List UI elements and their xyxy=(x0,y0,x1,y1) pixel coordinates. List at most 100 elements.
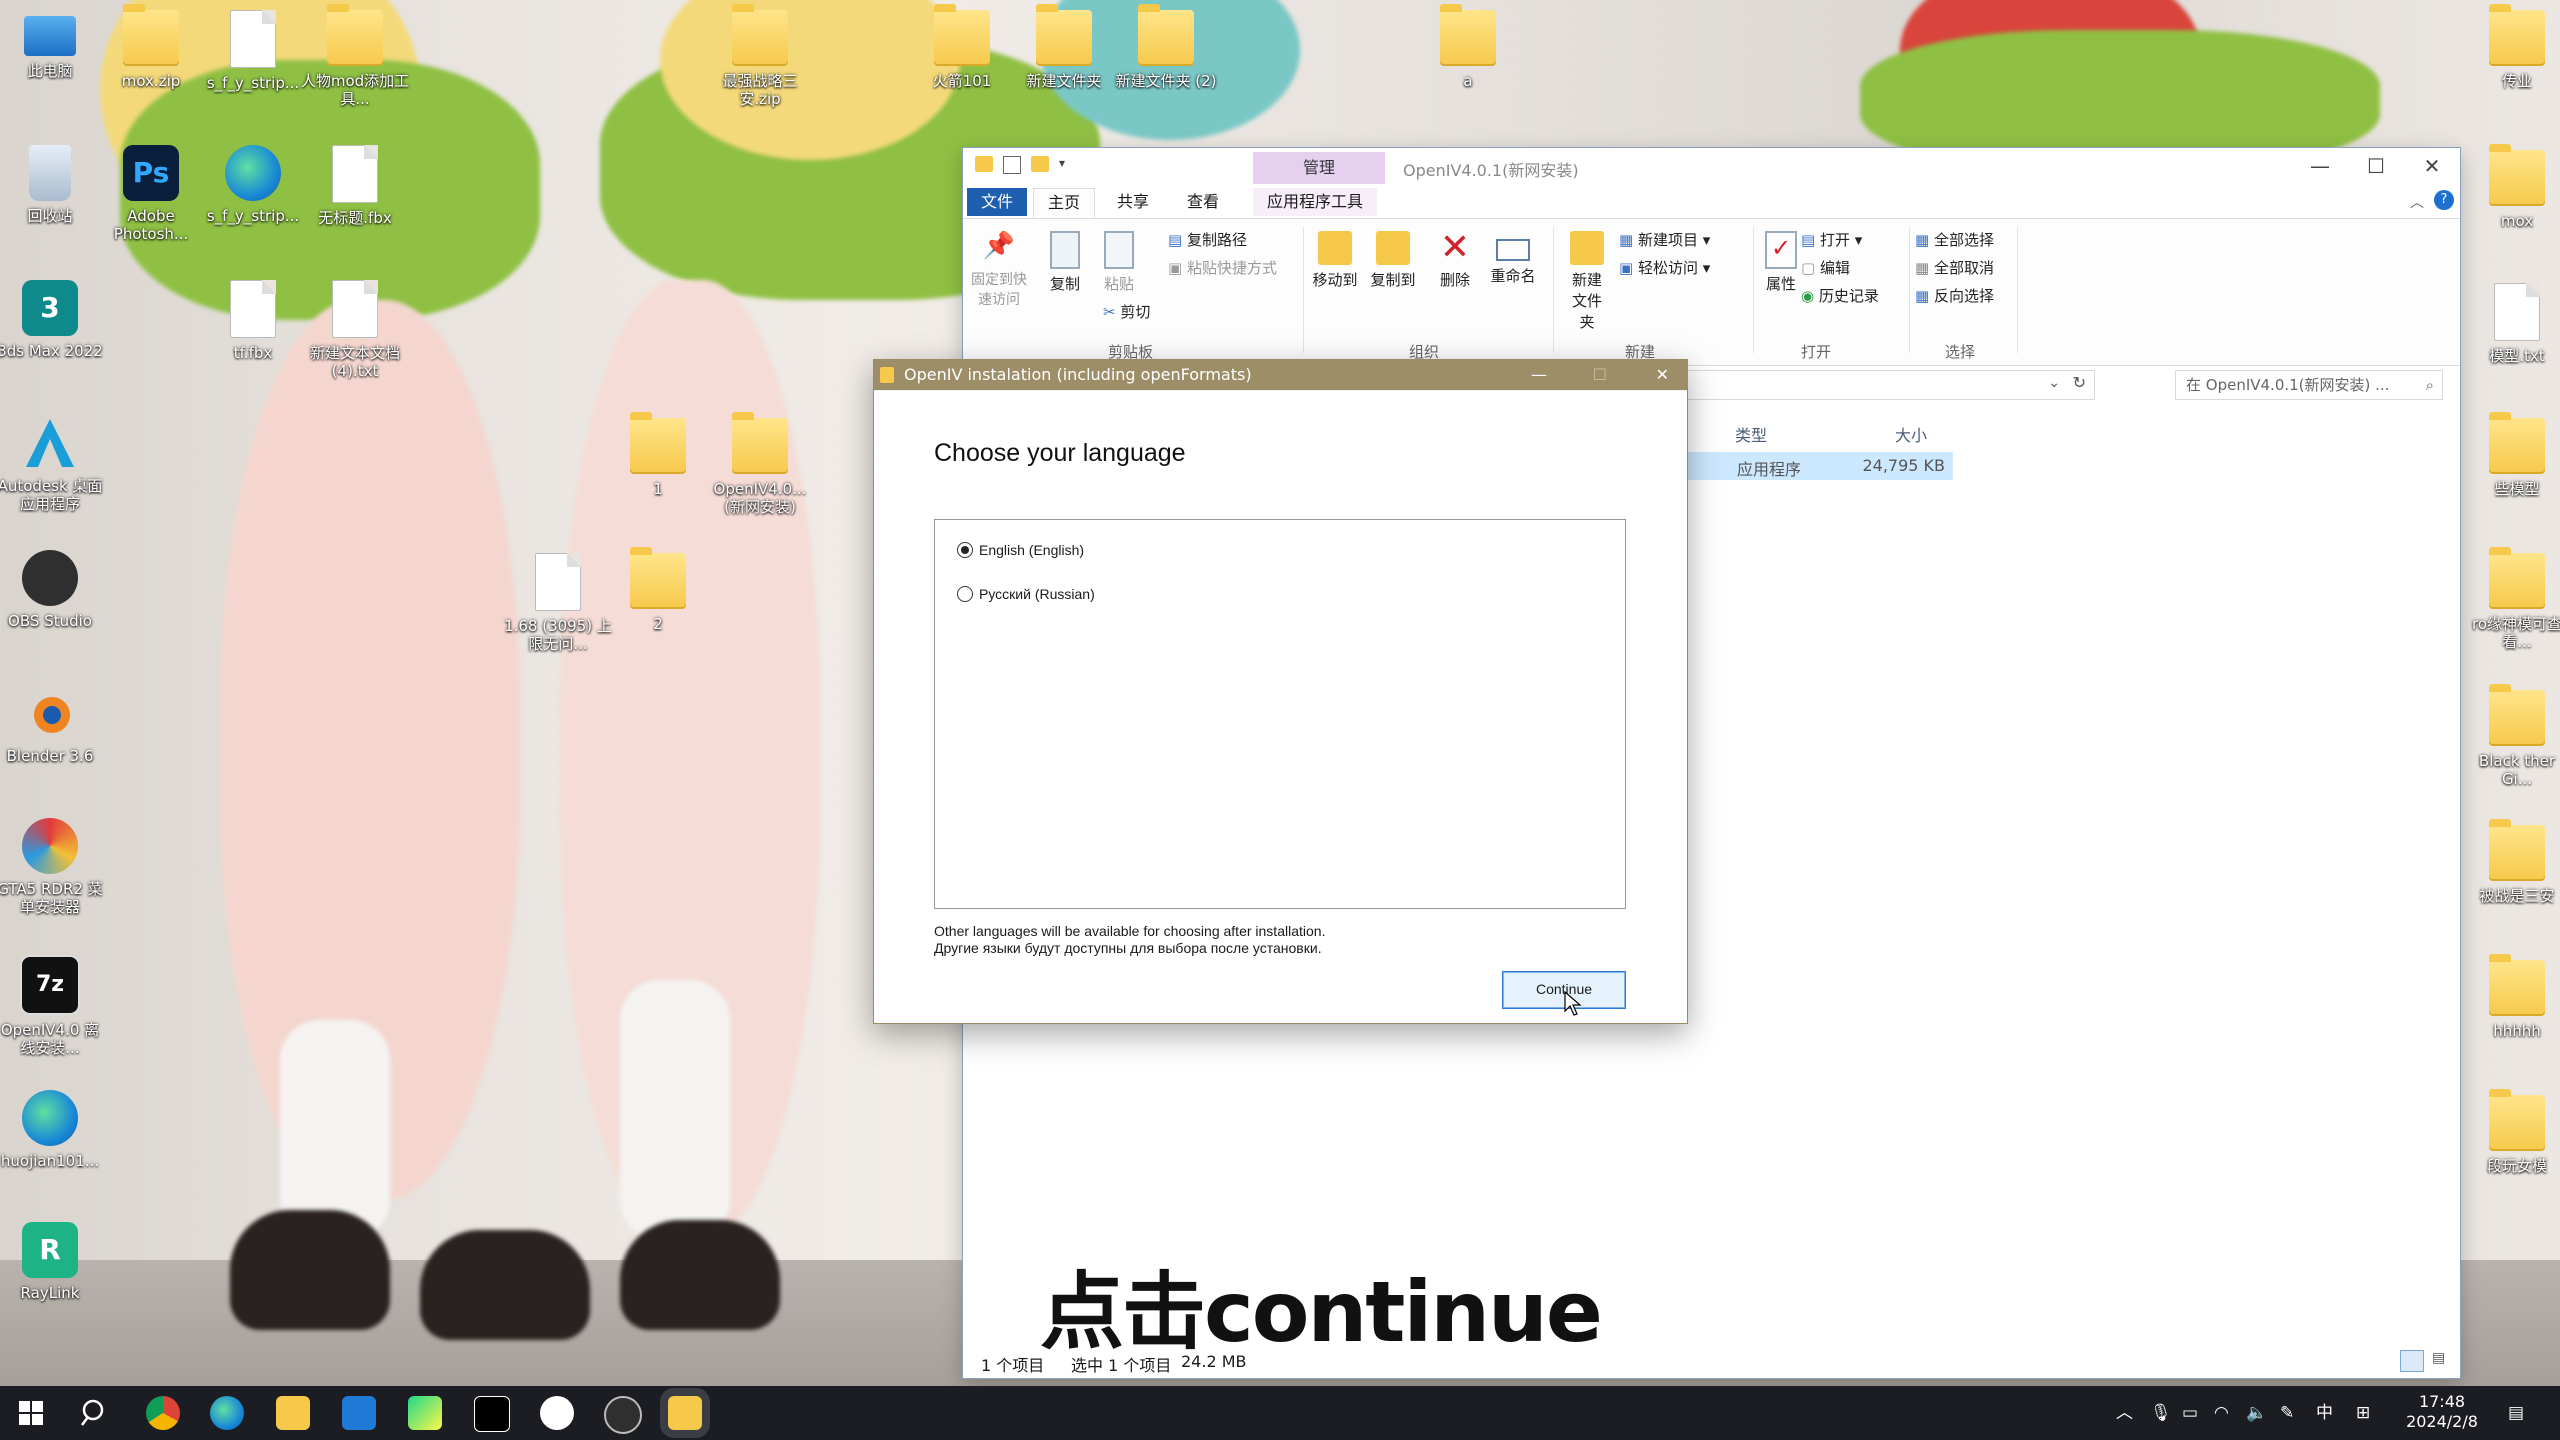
desktop-icon-right-6[interactable]: 被战是三安 xyxy=(2462,819,2560,905)
desktop-icon-obs[interactable]: OBS Studio xyxy=(0,550,105,630)
obs-icon[interactable] xyxy=(604,1396,642,1434)
radio-button[interactable] xyxy=(957,586,973,602)
desktop-icon-this-pc[interactable]: 此电脑 xyxy=(0,10,105,80)
desktop-icon-right-5[interactable]: Black ther Gi... xyxy=(2462,684,2560,788)
close-button[interactable]: ✕ xyxy=(1656,360,1669,390)
tab-app-tools[interactable]: 应用程序工具 xyxy=(1253,188,1378,216)
qq-icon[interactable] xyxy=(540,1396,574,1430)
search-icon[interactable] xyxy=(78,1396,112,1430)
paste-shortcut-button[interactable]: ▣ 粘贴快捷方式 xyxy=(1168,257,1277,278)
explorer-titlebar[interactable]: ▾ 管理 OpenIV4.0.1(新网安装) — ☐ ✕ xyxy=(963,148,2460,184)
properties-button[interactable]: ✓ 属性 xyxy=(1759,231,1803,294)
desktop-icon-right-7[interactable]: hhhhh xyxy=(2462,954,2560,1040)
desktop-icon-right-2[interactable]: 模型.txt xyxy=(2462,283,2560,365)
column-header-type[interactable]: 类型 xyxy=(1735,422,1767,446)
desktop-icon-huojian101[interactable]: 火箭101 xyxy=(907,4,1017,90)
select-all-button[interactable]: ▦ 全部选择 xyxy=(1915,229,1994,250)
new-item-button[interactable]: ▦ 新建项目 ▾ xyxy=(1619,229,1710,250)
ime-mode-icon[interactable]: ⊞ xyxy=(2356,1386,2370,1440)
new-folder-icon[interactable] xyxy=(1031,156,1049,172)
copy-to-button[interactable]: 复制到 xyxy=(1367,231,1419,290)
search-box[interactable]: 在 OpenIV4.0.1(新网安装) ... ⌕ xyxy=(2175,370,2443,400)
desktop-icon-recycle-bin[interactable]: 回收站 xyxy=(0,145,105,225)
easy-access-button[interactable]: ▣ 轻松访问 ▾ xyxy=(1619,257,1710,278)
desktop-icon-huojian[interactable]: huojian101... xyxy=(0,1090,105,1170)
desktop-icon-1[interactable]: 1 xyxy=(603,412,713,498)
desktop-icon-a[interactable]: a xyxy=(1413,4,1523,90)
chevron-down-icon[interactable]: ▾ xyxy=(1059,156,1065,174)
delete-button[interactable]: ✕ 删除 xyxy=(1433,230,1477,290)
large-icons-view-icon[interactable]: ▤ xyxy=(2432,1350,2452,1370)
tab-home[interactable]: 主页 xyxy=(1033,188,1096,218)
maximize-button[interactable]: ☐ xyxy=(2348,148,2404,184)
start-icon[interactable] xyxy=(14,1396,48,1430)
desktop-icon-new-txt[interactable]: 新建文本文档 (4).txt xyxy=(300,280,410,380)
desktop-icon-sfy-strip-2[interactable]: s_f_y_strip... xyxy=(198,145,308,225)
history-button[interactable]: ◉ 历史记录 xyxy=(1801,285,1879,306)
edge-icon[interactable] xyxy=(210,1396,244,1430)
desktop-icon-openiv-folder[interactable]: OpenIV4.0... (新网安装) xyxy=(705,412,815,516)
move-to-button[interactable]: 移动到 xyxy=(1309,231,1361,290)
collapse-ribbon-icon[interactable]: ︿ xyxy=(2410,192,2424,212)
desktop-icon-sfy-strip-1[interactable]: s_f_y_strip... xyxy=(198,10,308,92)
desktop-icon-mod-tool[interactable]: 人物mod添加工具... xyxy=(300,4,410,108)
chrome-icon[interactable] xyxy=(146,1396,180,1430)
open-button[interactable]: ▤ 打开 ▾ xyxy=(1801,229,1862,250)
rename-button[interactable]: 重命名 xyxy=(1485,231,1541,286)
language-option-english[interactable]: English (English) xyxy=(957,542,1084,558)
details-view-icon[interactable] xyxy=(2400,1350,2424,1372)
desktop-icon-photoshop[interactable]: Ps Adobe Photosh... xyxy=(96,145,206,243)
quick-access-toolbar[interactable]: ▾ xyxy=(975,156,1065,174)
checkbox-icon[interactable] xyxy=(1003,156,1021,174)
desktop-icon-right-3[interactable]: 些模型 xyxy=(2462,412,2560,498)
desktop-icon-right-8[interactable]: 段玩女模 xyxy=(2462,1089,2560,1175)
microphone-icon[interactable]: 🎙 xyxy=(2150,1386,2172,1440)
close-button[interactable]: ✕ xyxy=(2404,148,2460,184)
pycharm-icon[interactable] xyxy=(408,1396,442,1430)
invert-selection-button[interactable]: ▦ 反向选择 xyxy=(1915,285,1994,306)
tab-view[interactable]: 查看 xyxy=(1173,188,1233,216)
pin-quick-access-button[interactable]: 📌 固定到快速访问 xyxy=(969,231,1029,309)
minimize-button[interactable]: — xyxy=(2292,148,2348,184)
paste-button[interactable]: 粘贴 xyxy=(1097,231,1141,294)
desktop-icon-untitled-fbx[interactable]: 无标题.fbx xyxy=(300,145,410,227)
wifi-icon[interactable]: ◠ xyxy=(2214,1386,2229,1440)
desktop-icon-autodesk[interactable]: Autodesk 桌面应用程序 xyxy=(0,415,105,513)
maximize-button[interactable]: ☐ xyxy=(1593,360,1607,390)
copy-path-button[interactable]: ▤ 复制路径 xyxy=(1168,229,1247,250)
desktop-icon-right-1[interactable]: mox xyxy=(2462,144,2560,230)
openiv-installer-icon[interactable] xyxy=(668,1396,702,1430)
pen-icon[interactable]: ✎ xyxy=(2280,1386,2294,1440)
chevron-down-icon[interactable]: ⌄ xyxy=(2048,375,2060,391)
tab-share[interactable]: 共享 xyxy=(1103,188,1163,216)
manage-tab[interactable]: 管理 xyxy=(1253,152,1385,184)
desktop-icon-right-4[interactable]: ro缘神模可查看... xyxy=(2462,547,2560,651)
ime-indicator[interactable]: 中 xyxy=(2316,1386,2333,1440)
column-header-size[interactable]: 大小 xyxy=(1895,422,1927,446)
radio-button-selected[interactable] xyxy=(957,542,973,558)
clock[interactable]: 17:48 2024/2/8 xyxy=(2402,1392,2482,1432)
file-explorer-icon[interactable] xyxy=(276,1396,310,1430)
desktop-icon-openiv-offline[interactable]: 7z OpenIV4.0 离线安装... xyxy=(0,955,105,1057)
desktop-icon-raylink[interactable]: R RayLink xyxy=(0,1222,105,1302)
desktop-icon-168[interactable]: 1.68 (3095) 上限无问... xyxy=(503,553,613,653)
desktop-icon-gta-installer[interactable]: GTA5 RDR2 菜单安装器 xyxy=(0,818,105,916)
tab-file[interactable]: 文件 xyxy=(967,188,1028,216)
cut-button[interactable]: ✂ 剪切 xyxy=(1103,301,1150,322)
language-option-russian[interactable]: Русский (Russian) xyxy=(957,586,1095,602)
desktop-icon-new-folder[interactable]: 新建文件夹 xyxy=(1009,4,1119,90)
desktop-icon-right-0[interactable]: 传业 xyxy=(2462,4,2560,90)
capcut-icon[interactable] xyxy=(474,1396,510,1432)
vscode-icon[interactable] xyxy=(342,1396,376,1430)
desktop-icon-3dsmax[interactable]: 3 3ds Max 2022 xyxy=(0,280,105,360)
chevron-up-icon[interactable]: ︿ xyxy=(2116,1386,2133,1440)
desktop-icon-blender[interactable]: Blender 3.6 xyxy=(0,685,105,765)
select-none-button[interactable]: ▦ 全部取消 xyxy=(1915,257,1994,278)
help-icon[interactable]: ? xyxy=(2434,190,2454,210)
edit-button[interactable]: ▢ 编辑 xyxy=(1801,257,1850,278)
desktop-icon-new-folder-2[interactable]: 新建文件夹 (2) xyxy=(1111,4,1221,90)
copy-button[interactable]: 复制 xyxy=(1043,231,1087,294)
refresh-icon[interactable]: ↻ xyxy=(2073,373,2086,392)
minimize-button[interactable]: — xyxy=(1531,360,1547,390)
desktop-icon-2[interactable]: 2 xyxy=(603,547,713,633)
